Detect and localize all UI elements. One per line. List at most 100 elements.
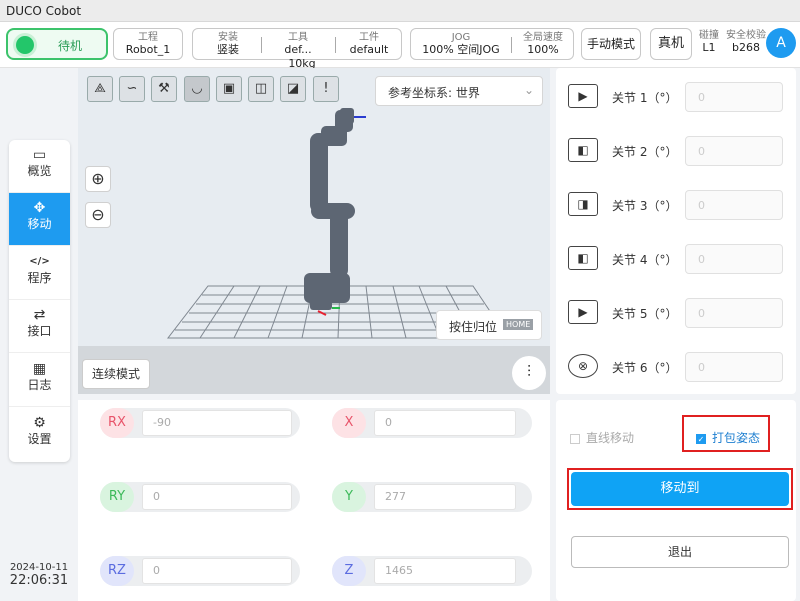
move-to-button[interactable]: 移动到 bbox=[571, 472, 789, 506]
rx-badge: RX bbox=[100, 408, 134, 438]
nav-interface[interactable]: ⇄ 接口 bbox=[9, 300, 70, 353]
joint-1-label: 关节 1（°） bbox=[612, 91, 678, 105]
home-tag: HOME bbox=[503, 319, 534, 330]
jog-mode: 空间JOG bbox=[457, 43, 500, 56]
current-date: 2024-10-11 bbox=[9, 562, 69, 573]
collision-label: 碰撞 bbox=[699, 30, 719, 41]
joint-3-label: 关节 3（°） bbox=[612, 199, 678, 213]
exit-button[interactable]: 退出 bbox=[571, 536, 789, 568]
speed-label: 全局速度 bbox=[523, 32, 563, 43]
linear-move-option[interactable]: 直线移动 bbox=[570, 429, 634, 446]
move-to-highlight: 移动到 bbox=[567, 468, 793, 510]
z-badge: Z bbox=[332, 556, 366, 586]
joint-1-input[interactable]: 0 bbox=[685, 82, 783, 112]
sliders-settings-icon[interactable]: ⫶ bbox=[512, 356, 546, 390]
x-input[interactable]: 0 bbox=[374, 410, 516, 436]
home-position-button[interactable]: 按住归位 HOME bbox=[436, 310, 542, 340]
current-time: 22:06:31 bbox=[9, 573, 69, 588]
z-row: Z 1465 bbox=[332, 556, 532, 586]
nav-interface-label: 接口 bbox=[27, 324, 52, 338]
joint-3-input[interactable]: 0 bbox=[685, 190, 783, 220]
jog-label: JOG bbox=[451, 32, 471, 43]
nav-move-label: 移动 bbox=[27, 217, 52, 231]
nav-settings-label: 设置 bbox=[27, 432, 52, 446]
joint-row: ⊗ 关节 6（°） 0 bbox=[556, 340, 796, 394]
workpiece-label: 工件 bbox=[359, 32, 379, 43]
safety-label: 安全校验 bbox=[726, 30, 766, 41]
x-badge: X bbox=[332, 408, 366, 438]
nav-overview[interactable]: ▭ 概览 bbox=[9, 140, 70, 193]
ry-badge: RY bbox=[100, 482, 134, 512]
joint-6-icon: ⊗ bbox=[568, 354, 598, 378]
main-navigation: ▭ 概览 ✥ 移动 </> 程序 ⇄ 接口 ▦ 日志 ⚙ 设置 bbox=[9, 140, 70, 462]
joint-row: ◧ 关节 2（°） 0 bbox=[556, 124, 796, 178]
joint-row: ◨ 关节 3（°） 0 bbox=[556, 178, 796, 232]
install-value: 竖装 bbox=[217, 43, 239, 56]
joint-6-label: 关节 6（°） bbox=[612, 361, 678, 375]
nav-move[interactable]: ✥ 移动 bbox=[9, 193, 70, 246]
nav-overview-label: 概览 bbox=[27, 164, 52, 178]
project-value: Robot_1 bbox=[125, 43, 171, 56]
joint-6-input[interactable]: 0 bbox=[685, 352, 783, 382]
linear-move-checkbox[interactable] bbox=[570, 433, 580, 444]
collision-level[interactable]: 碰撞 L1 bbox=[697, 30, 721, 55]
jog-speed-box[interactable]: JOG 100% 空间JOG 全局速度 100% bbox=[410, 28, 574, 60]
install-label: 安装 bbox=[218, 32, 238, 43]
home-button-label: 按住归位 bbox=[449, 320, 498, 334]
rz-input[interactable]: 0 bbox=[142, 558, 292, 584]
robot-3d-viewport[interactable]: ⟁ ∽ ⚒ ◡ ▣ ◫ ◪ ! 参考坐标系: 世界 ⌄ ⊕ ⊖ 按住归位 HOM… bbox=[78, 68, 550, 394]
robot-status-indicator[interactable]: 待机 bbox=[6, 28, 108, 60]
joint-5-input[interactable]: 0 bbox=[685, 298, 783, 328]
y-row: Y 277 bbox=[332, 482, 532, 512]
safety-checksum[interactable]: 安全校验 b268 bbox=[725, 30, 767, 55]
z-input[interactable]: 1465 bbox=[374, 558, 516, 584]
clock: 2024-10-11 22:06:31 bbox=[6, 562, 72, 588]
joint-4-input[interactable]: 0 bbox=[685, 244, 783, 274]
nav-program-label: 程序 bbox=[27, 271, 52, 285]
install-tool-workpiece-box[interactable]: 安装 竖装 工具 def... 10kg 工件 default bbox=[192, 28, 402, 70]
window-title: DUCO Cobot bbox=[0, 0, 800, 22]
y-input[interactable]: 277 bbox=[374, 484, 516, 510]
cartesian-coordinates-panel: RX -90 X 0 RY 0 Y 277 RZ 0 Z 1465 bbox=[78, 400, 550, 601]
nav-log[interactable]: ▦ 日志 bbox=[9, 354, 70, 407]
rz-row: RZ 0 bbox=[100, 556, 300, 586]
continuous-mode-button[interactable]: 连续模式 bbox=[82, 359, 150, 389]
joint-4-icon: ◧ bbox=[568, 246, 598, 270]
ry-row: RY 0 bbox=[100, 482, 300, 512]
linear-move-label: 直线移动 bbox=[586, 431, 635, 445]
move-actions-panel: 直线移动 ✓ 打包姿态 移动到 退出 bbox=[556, 400, 796, 601]
ry-input[interactable]: 0 bbox=[142, 484, 292, 510]
joint-4-label: 关节 4（°） bbox=[612, 253, 678, 267]
pack-pose-checkbox[interactable]: ✓ bbox=[696, 433, 706, 444]
nav-program[interactable]: </> 程序 bbox=[9, 247, 70, 300]
calendar-icon: ▦ bbox=[32, 361, 47, 377]
joint-2-input[interactable]: 0 bbox=[685, 136, 783, 166]
robot-status-text: 待机 bbox=[58, 39, 83, 53]
jog-percent: 100% bbox=[422, 43, 454, 56]
nav-settings[interactable]: ⚙ 设置 bbox=[9, 408, 70, 461]
status-dot-icon bbox=[16, 36, 34, 54]
code-icon: </> bbox=[29, 256, 50, 267]
joint-row: ▶ 关节 5（°） 0 bbox=[556, 286, 796, 340]
move-icon: ✥ bbox=[33, 200, 46, 216]
project-box[interactable]: 工程 Robot_1 bbox=[113, 28, 183, 60]
x-row: X 0 bbox=[332, 408, 532, 438]
manual-mode-button[interactable]: 手动模式 bbox=[581, 28, 641, 60]
rz-badge: RZ bbox=[100, 556, 134, 586]
joint-1-icon: ▶ bbox=[568, 84, 598, 108]
user-avatar[interactable]: A bbox=[766, 28, 796, 58]
collision-value: L1 bbox=[702, 41, 716, 54]
safety-value: b268 bbox=[732, 41, 760, 54]
joint-5-label: 关节 5（°） bbox=[612, 307, 678, 321]
tool-label: 工具 bbox=[288, 32, 308, 43]
real-machine-button[interactable]: 真机 bbox=[650, 28, 692, 60]
tool-name: def... bbox=[284, 43, 312, 56]
rx-input[interactable]: -90 bbox=[142, 410, 292, 436]
joint-row: ◧ 关节 4（°） 0 bbox=[556, 232, 796, 286]
joint-3-icon: ◨ bbox=[568, 192, 598, 216]
workpiece-value: default bbox=[349, 43, 389, 56]
joint-2-icon: ◧ bbox=[568, 138, 598, 162]
nav-log-label: 日志 bbox=[27, 378, 52, 392]
speed-value: 100% bbox=[527, 43, 559, 56]
pack-pose-option[interactable]: ✓ 打包姿态 bbox=[682, 415, 770, 452]
